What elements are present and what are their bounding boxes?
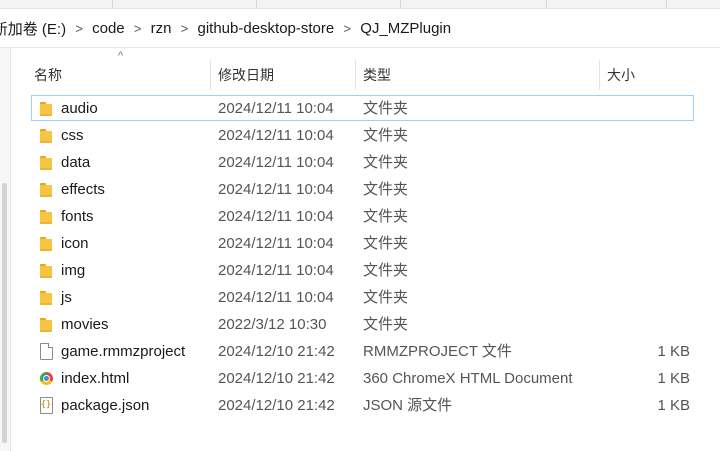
chrome-icon <box>37 365 55 392</box>
file-type: JSON 源文件 <box>363 397 453 414</box>
file-name: effects <box>61 181 105 198</box>
navigation-scrollbar-thumb[interactable] <box>2 183 7 443</box>
folder-icon <box>37 122 55 149</box>
file-date: 2024/12/10 21:42 <box>218 397 335 414</box>
chevron-right-icon[interactable]: > <box>68 21 90 36</box>
file-list-row[interactable]: effects 2024/12/11 10:04 文件夹 <box>10 176 720 203</box>
file-date: 2024/12/10 21:42 <box>218 343 335 360</box>
folder-icon <box>37 311 55 338</box>
file-type: 文件夹 <box>363 289 409 306</box>
file-list-row[interactable]: {} package.json 2024/12/10 21:42 JSON 源文件 1 … <box>10 392 720 419</box>
chevron-right-icon[interactable]: > <box>336 21 358 36</box>
file-date: 2024/12/11 10:04 <box>218 181 334 198</box>
file-date: 2024/12/11 10:04 <box>218 235 334 252</box>
breadcrumb-item[interactable]: QJ_MZPlugin <box>358 20 453 37</box>
file-name: img <box>61 262 86 279</box>
breadcrumb: 新加卷 (E:) > code > rzn > github-desktop-s… <box>0 9 453 47</box>
file-date: 2024/12/11 10:04 <box>218 100 334 117</box>
file-date: 2024/12/11 10:04 <box>218 127 334 144</box>
file-name: js <box>61 289 72 306</box>
file-list-row[interactable]: css 2024/12/11 10:04 文件夹 <box>10 122 720 149</box>
folder-icon <box>37 95 55 122</box>
file-date: 2024/12/11 10:04 <box>218 154 334 171</box>
file-type: RMMZPROJECT 文件 <box>363 343 512 360</box>
file-date: 2022/3/12 10:30 <box>218 316 327 333</box>
file-type: 文件夹 <box>363 316 409 333</box>
file-name: movies <box>61 316 109 333</box>
breadcrumb-item[interactable]: github-desktop-store <box>195 20 336 37</box>
file-name: index.html <box>61 370 130 387</box>
folder-icon <box>37 284 55 311</box>
folder-icon <box>37 203 55 230</box>
ribbon-strip <box>0 0 720 9</box>
file-type: 文件夹 <box>363 262 409 279</box>
file-name: css <box>61 127 84 144</box>
ribbon-group <box>112 0 257 8</box>
folder-icon <box>37 176 55 203</box>
ribbon-group <box>546 0 667 8</box>
file-date: 2024/12/11 10:04 <box>218 289 334 306</box>
file-size: 1 KB <box>657 343 690 360</box>
column-header: ^ 名称 修改日期 类型 大小 <box>10 48 720 92</box>
file-list-row[interactable]: img 2024/12/11 10:04 文件夹 <box>10 257 720 284</box>
file-name: audio <box>61 100 98 117</box>
file-type: 文件夹 <box>363 181 409 198</box>
file-list-row[interactable]: game.rmmzproject 2024/12/10 21:42 RMMZPROJ… <box>10 338 720 365</box>
file-name: game.rmmzproject <box>61 343 186 360</box>
file-name: icon <box>61 235 89 252</box>
file-type: 文件夹 <box>363 100 409 117</box>
folder-icon <box>37 149 55 176</box>
file-type: 文件夹 <box>363 235 409 252</box>
breadcrumb-item[interactable]: rzn <box>149 20 174 37</box>
file-list-row[interactable]: fonts 2024/12/11 10:04 文件夹 <box>10 203 720 230</box>
folder-icon <box>37 230 55 257</box>
file-icon <box>37 338 55 365</box>
file-name: data <box>61 154 91 171</box>
file-list-row[interactable]: movies 2022/3/12 10:30 文件夹 <box>10 311 720 338</box>
file-date: 2024/12/10 21:42 <box>218 370 335 387</box>
file-list-row[interactable]: icon 2024/12/11 10:04 文件夹 <box>10 230 720 257</box>
file-date: 2024/12/11 10:04 <box>218 208 334 225</box>
file-name: fonts <box>61 208 94 225</box>
file-size: 1 KB <box>657 370 690 387</box>
file-type: 文件夹 <box>363 154 409 171</box>
ribbon-group <box>0 0 113 8</box>
file-type: 文件夹 <box>363 208 409 225</box>
file-list-row[interactable]: js 2024/12/11 10:04 文件夹 <box>10 284 720 311</box>
address-bar[interactable]: 新加卷 (E:) > code > rzn > github-desktop-s… <box>0 9 720 48</box>
file-list-row[interactable]: index.html 2024/12/10 21:42 360 ChromeX HT… <box>10 365 720 392</box>
folder-icon <box>37 257 55 284</box>
breadcrumb-item[interactable]: 新加卷 (E:) <box>0 18 68 39</box>
file-type: 360 ChromeX HTML Document <box>363 370 573 387</box>
chevron-right-icon[interactable]: > <box>127 21 149 36</box>
column-size[interactable]: 大小 <box>600 60 700 90</box>
file-size: 1 KB <box>657 397 690 414</box>
ribbon-group <box>256 0 401 8</box>
column-name[interactable]: 名称 <box>27 60 210 90</box>
file-list-row[interactable]: audio 2024/12/11 10:04 文件夹 <box>10 95 720 122</box>
file-list: audio 2024/12/11 10:04 文件夹 css 2024/12/11 10… <box>10 95 720 419</box>
json-file-icon: {} <box>37 392 55 419</box>
column-type[interactable]: 类型 <box>356 60 599 90</box>
breadcrumb-item[interactable]: code <box>90 20 127 37</box>
file-list-row[interactable]: data 2024/12/11 10:04 文件夹 <box>10 149 720 176</box>
chevron-right-icon[interactable]: > <box>173 21 195 36</box>
ribbon-group <box>400 0 547 8</box>
file-type: 文件夹 <box>363 127 409 144</box>
file-date: 2024/12/11 10:04 <box>218 262 334 279</box>
column-date[interactable]: 修改日期 <box>211 60 355 90</box>
file-name: package.json <box>61 397 150 414</box>
